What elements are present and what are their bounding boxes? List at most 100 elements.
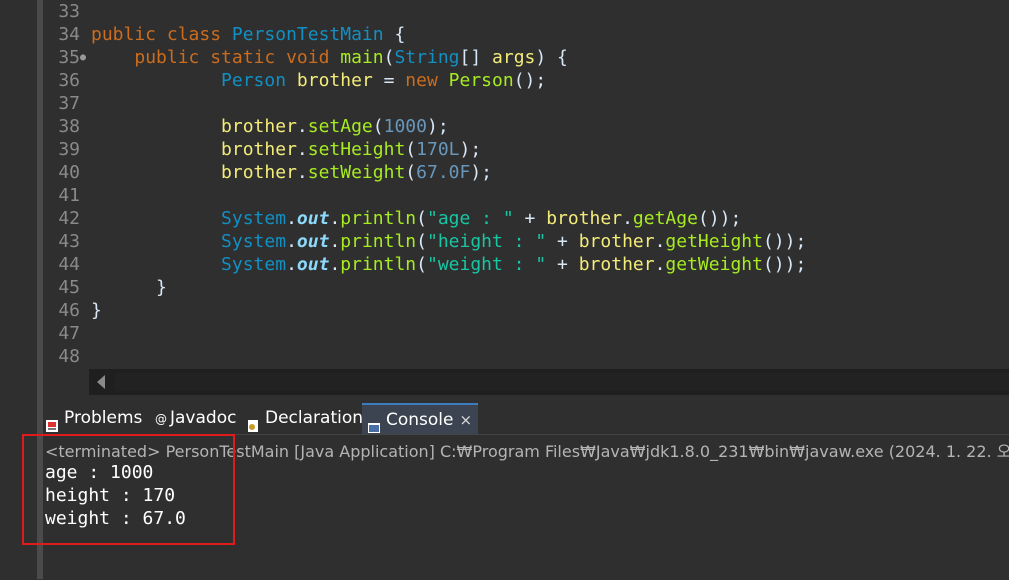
code-line[interactable]: 41 bbox=[0, 184, 1009, 207]
code-token: PersonTestMain bbox=[231, 24, 384, 45]
javadoc-icon: @ bbox=[155, 411, 167, 426]
fold-marker-icon[interactable]: ● bbox=[80, 46, 88, 69]
tab-problems[interactable]: Problems bbox=[45, 403, 142, 434]
code-line[interactable]: 37 bbox=[0, 92, 1009, 115]
code-text: System.out.println("age : " + brother.ge… bbox=[91, 207, 741, 230]
code-line[interactable]: 38 brother.setAge(1000); bbox=[0, 115, 1009, 138]
tab-label: Declaration bbox=[265, 408, 364, 428]
close-icon[interactable]: × bbox=[460, 404, 473, 437]
tab-label: Problems bbox=[64, 408, 143, 428]
problems-icon bbox=[45, 412, 59, 432]
tab-declaration[interactable]: Declaration bbox=[246, 403, 363, 434]
code-token: ( bbox=[416, 231, 427, 252]
code-line[interactable]: 42 System.out.println("age : " + brother… bbox=[0, 207, 1009, 230]
tab-console[interactable]: Console × bbox=[362, 403, 479, 437]
code-token: out bbox=[296, 231, 330, 252]
code-token: ( bbox=[372, 116, 384, 137]
code-token: getHeight bbox=[665, 231, 763, 252]
code-text: } bbox=[91, 276, 167, 299]
code-token: println bbox=[340, 208, 417, 229]
line-number: 47 bbox=[58, 323, 80, 344]
code-line[interactable]: 40 brother.setWeight(67.0F); bbox=[0, 161, 1009, 184]
code-text: Person brother = new Person(); bbox=[91, 69, 546, 92]
code-token: String bbox=[394, 47, 460, 68]
code-line[interactable]: 48 bbox=[0, 345, 1009, 368]
line-number: 33 bbox=[58, 1, 80, 22]
code-token: . bbox=[296, 162, 308, 183]
code-token: . bbox=[329, 254, 341, 275]
code-token: new bbox=[405, 70, 449, 91]
code-token: 67.0F bbox=[416, 162, 471, 183]
code-token: brother bbox=[578, 231, 655, 252]
code-line[interactable]: 33 bbox=[0, 0, 1009, 23]
code-editor[interactable]: 33 34 public class PersonTestMain {35 ● pub… bbox=[0, 0, 1009, 397]
code-token: ( bbox=[405, 162, 417, 183]
code-line[interactable]: 39 brother.setHeight(170L); bbox=[0, 138, 1009, 161]
line-number: 35 bbox=[58, 47, 80, 68]
line-number: 48 bbox=[58, 346, 80, 367]
code-text: System.out.println("weight : " + brother… bbox=[91, 253, 806, 276]
code-token: . bbox=[286, 231, 297, 252]
code-token: ); bbox=[459, 139, 482, 160]
code-token: . bbox=[329, 231, 341, 252]
line-number: 41 bbox=[58, 185, 80, 206]
code-token: . bbox=[286, 254, 297, 275]
code-line[interactable]: 47 bbox=[0, 322, 1009, 345]
code-token: out bbox=[296, 254, 330, 275]
code-token: brother bbox=[221, 139, 297, 160]
code-token: + bbox=[546, 254, 579, 275]
line-number: 45 bbox=[58, 277, 80, 298]
code-line[interactable]: 36 Person brother = new Person(); bbox=[0, 69, 1009, 92]
code-token: . bbox=[654, 254, 666, 275]
code-line[interactable]: 46} bbox=[0, 299, 1009, 322]
code-token: public class bbox=[91, 24, 232, 45]
code-token: setHeight bbox=[307, 139, 406, 160]
code-token: . bbox=[622, 208, 633, 229]
code-token: "age : " bbox=[426, 208, 514, 229]
code-line[interactable]: 34 public class PersonTestMain { bbox=[0, 23, 1009, 46]
tab-label: Console bbox=[386, 410, 454, 430]
code-line[interactable]: 45 } bbox=[0, 276, 1009, 299]
code-token: args bbox=[492, 47, 536, 68]
code-token: 1000 bbox=[383, 116, 427, 137]
code-token: "weight : " bbox=[426, 254, 547, 275]
code-text: public static void main(String[] args) { bbox=[91, 46, 568, 69]
tab-javadoc[interactable]: @ Javadoc bbox=[155, 403, 236, 434]
code-token: . bbox=[296, 116, 308, 137]
code-token: [] bbox=[459, 47, 493, 68]
code-token: System bbox=[221, 231, 287, 252]
code-token: ); bbox=[426, 116, 449, 137]
code-token: + bbox=[546, 231, 579, 252]
code-token: { bbox=[383, 24, 406, 45]
code-token: ()); bbox=[762, 231, 807, 252]
line-number: 37 bbox=[58, 93, 80, 114]
scroll-left-arrow-icon[interactable] bbox=[97, 375, 105, 389]
code-token: } bbox=[91, 300, 102, 321]
line-number: 39 bbox=[58, 139, 80, 160]
code-line[interactable]: 44 System.out.println("weight : " + brot… bbox=[0, 253, 1009, 276]
code-token: public static void bbox=[134, 47, 341, 68]
tab-label: Javadoc bbox=[170, 408, 237, 428]
code-line[interactable]: 43 System.out.println("height : " + brot… bbox=[0, 230, 1009, 253]
scrollbar-track[interactable] bbox=[115, 373, 1009, 391]
code-token: println bbox=[340, 254, 417, 275]
code-token: . bbox=[296, 139, 308, 160]
code-token: . bbox=[329, 208, 341, 229]
annotation-highlight-box bbox=[22, 434, 235, 545]
code-token: System bbox=[221, 254, 287, 275]
console-icon bbox=[367, 414, 381, 433]
code-token: . bbox=[286, 208, 297, 229]
code-token: ( bbox=[416, 254, 427, 275]
code-token: setAge bbox=[307, 116, 373, 137]
code-text: } bbox=[91, 299, 102, 322]
line-number: 44 bbox=[58, 254, 80, 275]
code-line[interactable]: 35 ● public static void main(String[] arg… bbox=[0, 46, 1009, 69]
horizontal-scrollbar[interactable] bbox=[89, 369, 1009, 395]
line-number: 36 bbox=[58, 70, 80, 91]
